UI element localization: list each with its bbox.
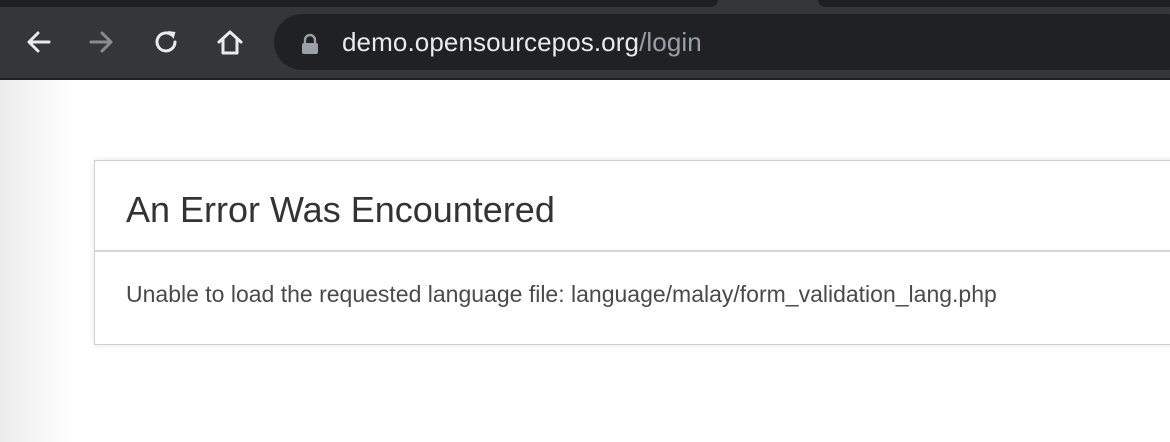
page-content: An Error Was Encountered Unable to load … <box>0 80 1170 442</box>
arrow-left-icon <box>27 31 51 53</box>
home-icon <box>217 30 243 55</box>
tab-strip-left <box>0 0 718 7</box>
reload-button[interactable] <box>146 22 186 62</box>
address-bar[interactable]: demo.opensourcepos.org/login <box>274 14 1170 70</box>
error-panel: An Error Was Encountered Unable to load … <box>94 160 1170 345</box>
error-message: Unable to load the requested language fi… <box>126 281 997 307</box>
back-button[interactable] <box>18 22 58 62</box>
url-text[interactable]: demo.opensourcepos.org/login <box>342 14 702 70</box>
lock-icon[interactable] <box>300 33 320 55</box>
reload-icon <box>155 31 177 53</box>
home-button[interactable] <box>210 22 250 62</box>
arrow-right-icon <box>89 31 113 53</box>
browser-toolbar: demo.opensourcepos.org/login <box>0 0 1170 80</box>
tab-strip-right <box>818 0 1170 7</box>
url-host: demo.opensourcepos.org <box>342 27 640 57</box>
url-path: /login <box>639 27 702 57</box>
error-title: An Error Was Encountered <box>126 189 555 230</box>
forward-button[interactable] <box>82 22 122 62</box>
error-divider <box>95 250 1170 252</box>
